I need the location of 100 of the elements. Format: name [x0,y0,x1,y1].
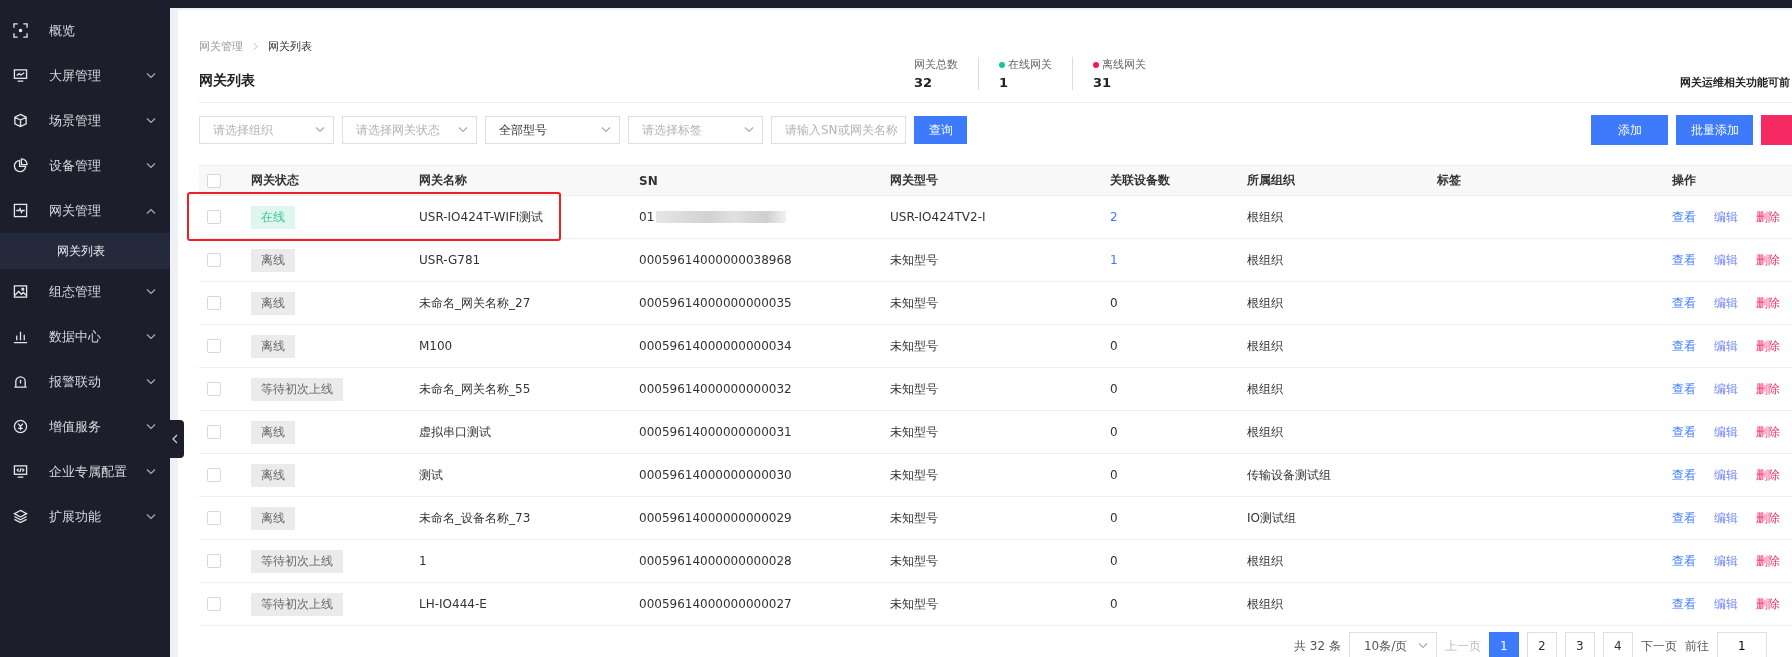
checkbox[interactable] [207,296,221,310]
stat-value: 32 [914,75,934,90]
action-link[interactable]: 编辑 [1714,509,1738,527]
nav-item[interactable]: 企业专属配置 [0,449,170,494]
add-button[interactable]: 添加 [1591,115,1668,145]
nav-item[interactable]: 网关管理 [0,188,170,233]
checkbox[interactable] [207,253,221,267]
action-link[interactable]: 删除 [1756,466,1780,484]
monitor-icon [13,68,28,83]
nav-item[interactable]: 大屏管理 [0,53,170,98]
checkbox[interactable] [207,382,221,396]
total-count: 共 32 条 [1294,637,1341,655]
action-link[interactable]: 编辑 [1714,208,1738,226]
select-field[interactable]: 请选择网关状态 [342,116,477,144]
page-button[interactable]: 4 [1602,632,1633,657]
action-link[interactable]: 删除 [1756,509,1780,527]
action-link[interactable]: 删除 [1756,595,1780,613]
column-header: 操作 [1672,172,1696,189]
checkbox[interactable] [207,210,221,224]
action-link[interactable]: 删除 [1756,380,1780,398]
add-button[interactable]: 批量添加 [1676,115,1753,145]
nav-item[interactable]: 增值服务 [0,404,170,449]
checkbox[interactable] [207,554,221,568]
chevron-icon [601,127,611,133]
action-link[interactable]: 编辑 [1714,337,1738,355]
action-link[interactable]: 查看 [1672,423,1696,441]
action-link[interactable]: 编辑 [1714,466,1738,484]
bar-chart-icon [13,329,28,344]
page-size-select[interactable]: 10条/页 [1348,632,1437,657]
chevron-icon [1417,643,1428,649]
table-cell: 测试 [419,466,443,484]
status-tag: 等待初次上线 [251,377,343,401]
nav-item[interactable]: 扩展功能 [0,494,170,539]
next-page-button[interactable]: 下一页 [1640,637,1677,655]
checkbox[interactable] [207,597,221,611]
action-link[interactable]: 查看 [1672,466,1696,484]
column-header: 关联设备数 [1110,172,1170,189]
action-link[interactable]: 查看 [1672,337,1696,355]
nav-item[interactable]: 组态管理 [0,269,170,314]
action-link[interactable]: 删除 [1756,337,1780,355]
checkbox[interactable] [207,511,221,525]
column-header: 标签 [1437,172,1461,189]
device-count-link[interactable]: 1 [1110,253,1118,267]
checkbox[interactable] [207,339,221,353]
table-cell: 未知型号 [890,509,938,527]
page-input[interactable]: 1 [1716,632,1767,657]
breadcrumb-item: 网关列表 [268,38,312,54]
table-cell: 根组织 [1247,337,1283,355]
action-link[interactable]: 查看 [1672,509,1696,527]
select-field[interactable]: 请选择组织 [199,116,334,144]
table-cell: 根组织 [1247,208,1283,226]
partial-button[interactable] [1761,115,1792,145]
checkbox[interactable] [207,173,221,188]
nav-item[interactable]: 场景管理 [0,98,170,143]
nav-item[interactable]: 数据中心 [0,314,170,359]
table-cell: 00059614000000000035 [639,296,792,310]
table-cell: 根组织 [1247,380,1283,398]
action-link[interactable]: 编辑 [1714,251,1738,269]
action-link[interactable]: 编辑 [1714,380,1738,398]
action-link[interactable]: 编辑 [1714,595,1738,613]
nav-item[interactable]: 设备管理 [0,143,170,188]
action-link[interactable]: 编辑 [1714,423,1738,441]
nav-item[interactable]: 概览 [0,8,170,53]
action-link[interactable]: 删除 [1756,294,1780,312]
page-button[interactable]: 3 [1564,632,1595,657]
action-link[interactable]: 查看 [1672,251,1696,269]
pulse-icon [13,203,28,218]
table-cell: 未知型号 [890,466,938,484]
table-cell: 未知型号 [890,294,938,312]
checkbox[interactable] [207,425,221,439]
page-button[interactable]: 2 [1526,632,1557,657]
action-link[interactable]: 编辑 [1714,294,1738,312]
table-cell: 未知型号 [890,337,938,355]
search-field[interactable]: 请输入SN或网关名称 [771,116,906,144]
device-count-link[interactable]: 2 [1110,210,1118,224]
nav-item[interactable]: 报警联动 [0,359,170,404]
table-cell: 根组织 [1247,552,1283,570]
status-tag: 等待初次上线 [251,592,343,616]
action-link[interactable]: 查看 [1672,595,1696,613]
query-button[interactable]: 查询 [914,116,967,144]
table-cell: 未知型号 [890,251,938,269]
action-link[interactable]: 编辑 [1714,552,1738,570]
action-link[interactable]: 删除 [1756,208,1780,226]
cube-icon [13,113,28,128]
select-field[interactable]: 全部型号 [485,116,620,144]
action-link[interactable]: 查看 [1672,208,1696,226]
page-button[interactable]: 1 [1488,632,1519,657]
action-link[interactable]: 删除 [1756,552,1780,570]
select-field[interactable]: 请选择标签 [628,116,763,144]
action-link[interactable]: 查看 [1672,380,1696,398]
action-link[interactable]: 删除 [1756,423,1780,441]
table-cell: 1 [419,554,427,568]
action-link[interactable]: 查看 [1672,552,1696,570]
action-link[interactable]: 删除 [1756,251,1780,269]
submenu-item[interactable]: 网关列表 [0,233,170,269]
status-tag: 离线 [251,463,295,487]
checkbox[interactable] [207,468,221,482]
breadcrumb-item[interactable]: 网关管理 [199,38,243,54]
chevron-icon [315,127,325,133]
action-link[interactable]: 查看 [1672,294,1696,312]
